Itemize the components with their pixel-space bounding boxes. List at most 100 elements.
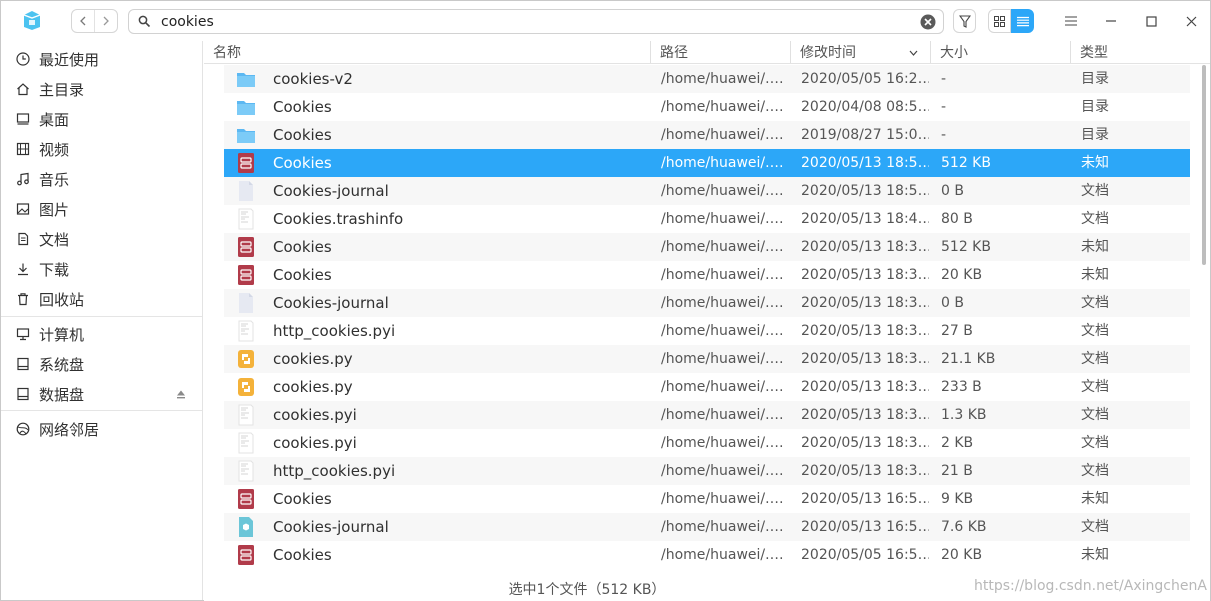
file-row[interactable]: Cookies/home/huawei/.… 2020/05/13 18:3… 20… <box>224 261 1190 289</box>
clear-search-icon[interactable] <box>920 14 936 30</box>
column-time-header[interactable]: 修改时间 <box>791 41 930 63</box>
file-size: 7.6 KB <box>941 519 987 535</box>
column-type-label: 类型 <box>1080 45 1108 61</box>
sidebar-item-pictures[interactable]: 图片 <box>1 194 202 224</box>
file-size: 2 KB <box>941 435 974 451</box>
file-name: http_cookies.pyi <box>273 462 396 480</box>
sidebar-item-music[interactable]: 音乐 <box>1 164 202 194</box>
sidebar-divider <box>1 316 202 317</box>
file-modified-time: 2020/05/13 18:3… <box>801 407 929 423</box>
sidebar-item-downloads[interactable]: 下载 <box>1 254 202 284</box>
vertical-scrollbar[interactable] <box>1202 65 1206 265</box>
watermark-text: https://blog.csdn.net/AxingchenA <box>974 578 1207 594</box>
file-path: /home/huawei/.… <box>661 519 784 535</box>
file-row[interactable]: Cookies/home/huawei/.… 2020/05/13 16:5… 9 … <box>224 485 1190 513</box>
file-path: /home/huawei/.… <box>661 435 784 451</box>
file-row[interactable]: Cookies/home/huawei/.… 2020/04/08 08:5… - 目… <box>224 93 1190 121</box>
file-modified-time: 2020/05/05 16:2… <box>801 71 929 87</box>
file-path: /home/huawei/.… <box>661 155 784 171</box>
file-type: 未知 <box>1081 239 1109 255</box>
sidebar-item-label: 系统盘 <box>39 355 85 374</box>
file-row[interactable]: Cookies-journal/home/huawei/.… 2020/05/13… <box>224 513 1190 541</box>
sidebar-item-desktop[interactable]: 桌面 <box>1 104 202 134</box>
database-file-icon <box>236 152 256 174</box>
grid-view-icon <box>994 15 1005 27</box>
column-size-header[interactable]: 大小 <box>931 41 1070 63</box>
file-row[interactable]: cookies.py/home/huawei/.… 2020/05/13 18:3… <box>224 345 1190 373</box>
file-row[interactable]: Cookies.trashinfo/home/huawei/.… 2020/05/… <box>224 205 1190 233</box>
sidebar-divider <box>1 410 202 411</box>
file-type: 文档 <box>1081 407 1109 423</box>
file-row[interactable]: Cookies/home/huawei/.… 2020/05/13 18:3… 51… <box>224 233 1190 261</box>
picture-icon <box>15 201 31 217</box>
list-view-button[interactable] <box>1011 9 1034 33</box>
file-manager-window: 最近使用 主目录 桌面 视频 音乐 图片 文档 下载 <box>0 0 1211 601</box>
file-name: Cookies <box>273 154 332 172</box>
file-modified-time: 2019/08/27 15:0… <box>801 127 929 143</box>
file-modified-time: 2020/05/13 18:3… <box>801 463 929 479</box>
sidebar-item-network[interactable]: 网络邻居 <box>1 414 202 444</box>
sidebar-item-label: 网络邻居 <box>39 420 100 439</box>
file-row[interactable]: Cookies/home/huawei/.… 2019/08/27 15:0… - 目… <box>224 121 1190 149</box>
sidebar-item-label: 数据盘 <box>39 385 85 404</box>
menu-icon <box>1065 16 1077 26</box>
file-row[interactable]: http_cookies.pyi/home/huawei/.… 2020/05/1… <box>224 457 1190 485</box>
main-menu-button[interactable] <box>1059 9 1083 33</box>
filter-button[interactable] <box>953 9 976 33</box>
download-icon <box>15 261 31 277</box>
sidebar-item-label: 音乐 <box>39 170 70 189</box>
trash-icon <box>15 291 31 307</box>
eject-icon[interactable] <box>176 389 186 399</box>
file-name: Cookies.trashinfo <box>273 210 404 228</box>
sidebar-item-video[interactable]: 视频 <box>1 134 202 164</box>
column-path-header[interactable]: 路径 <box>651 41 790 63</box>
file-list: cookies-v2/home/huawei/.… 2020/05/05 16:2… <box>204 65 1210 573</box>
sidebar-item-trash[interactable]: 回收站 <box>1 284 202 314</box>
sidebar-item-documents[interactable]: 文档 <box>1 224 202 254</box>
folder-icon <box>236 124 256 146</box>
column-type-header[interactable]: 类型 <box>1071 41 1210 63</box>
file-type: 未知 <box>1081 267 1109 283</box>
file-path: /home/huawei/.… <box>661 239 784 255</box>
file-row[interactable]: cookies.pyi/home/huawei/.… 2020/05/13 18:… <box>224 401 1190 429</box>
close-button[interactable] <box>1179 9 1203 33</box>
file-row[interactable]: Cookies/home/huawei/.… 2020/05/05 16:5… 20… <box>224 541 1190 569</box>
sidebar-item-computer[interactable]: 计算机 <box>1 319 202 349</box>
search-box[interactable] <box>128 9 944 34</box>
chevron-left-icon <box>80 16 86 26</box>
file-modified-time: 2020/05/05 16:5… <box>801 547 929 563</box>
icon-view-button[interactable] <box>988 9 1011 33</box>
file-name: cookies-v2 <box>273 70 353 88</box>
sort-descending-icon <box>909 50 918 56</box>
file-row[interactable]: Cookies-journal/home/huawei/.… 2020/05/13… <box>224 177 1190 205</box>
file-path: /home/huawei/.… <box>661 99 784 115</box>
sidebar-item-label: 主目录 <box>39 80 85 99</box>
home-icon <box>15 81 31 97</box>
text-file-icon <box>236 460 256 482</box>
file-row[interactable]: Cookies/home/huawei/.… 2020/05/13 18:5… 51… <box>224 149 1190 177</box>
search-input[interactable] <box>161 12 901 32</box>
file-type: 文档 <box>1081 183 1109 199</box>
maximize-icon <box>1145 15 1157 27</box>
file-name: Cookies <box>273 98 332 116</box>
file-path: /home/huawei/.… <box>661 379 784 395</box>
minimize-icon <box>1106 20 1116 22</box>
sidebar-item-system-disk[interactable]: 系统盘 <box>1 349 202 379</box>
video-icon <box>15 141 31 157</box>
filter-icon <box>958 14 971 28</box>
back-button[interactable] <box>72 10 94 32</box>
sidebar-item-label: 文档 <box>39 230 70 249</box>
sidebar-item-home[interactable]: 主目录 <box>1 74 202 104</box>
file-row[interactable]: http_cookies.pyi/home/huawei/.… 2020/05/1… <box>224 317 1190 345</box>
maximize-button[interactable] <box>1139 9 1163 33</box>
file-row[interactable]: Cookies-journal/home/huawei/.… 2020/05/13… <box>224 289 1190 317</box>
file-row[interactable]: cookies-v2/home/huawei/.… 2020/05/05 16:2… <box>224 65 1190 93</box>
file-type: 文档 <box>1081 295 1109 311</box>
forward-button[interactable] <box>94 10 117 32</box>
minimize-button[interactable] <box>1099 9 1123 33</box>
column-name-header[interactable]: 名称 <box>204 41 650 63</box>
sidebar-item-recent[interactable]: 最近使用 <box>1 44 202 74</box>
file-row[interactable]: cookies.pyi/home/huawei/.… 2020/05/13 18:… <box>224 429 1190 457</box>
sidebar-item-data-disk[interactable]: 数据盘 <box>1 379 202 409</box>
file-row[interactable]: cookies.py/home/huawei/.… 2020/05/13 18:3… <box>224 373 1190 401</box>
